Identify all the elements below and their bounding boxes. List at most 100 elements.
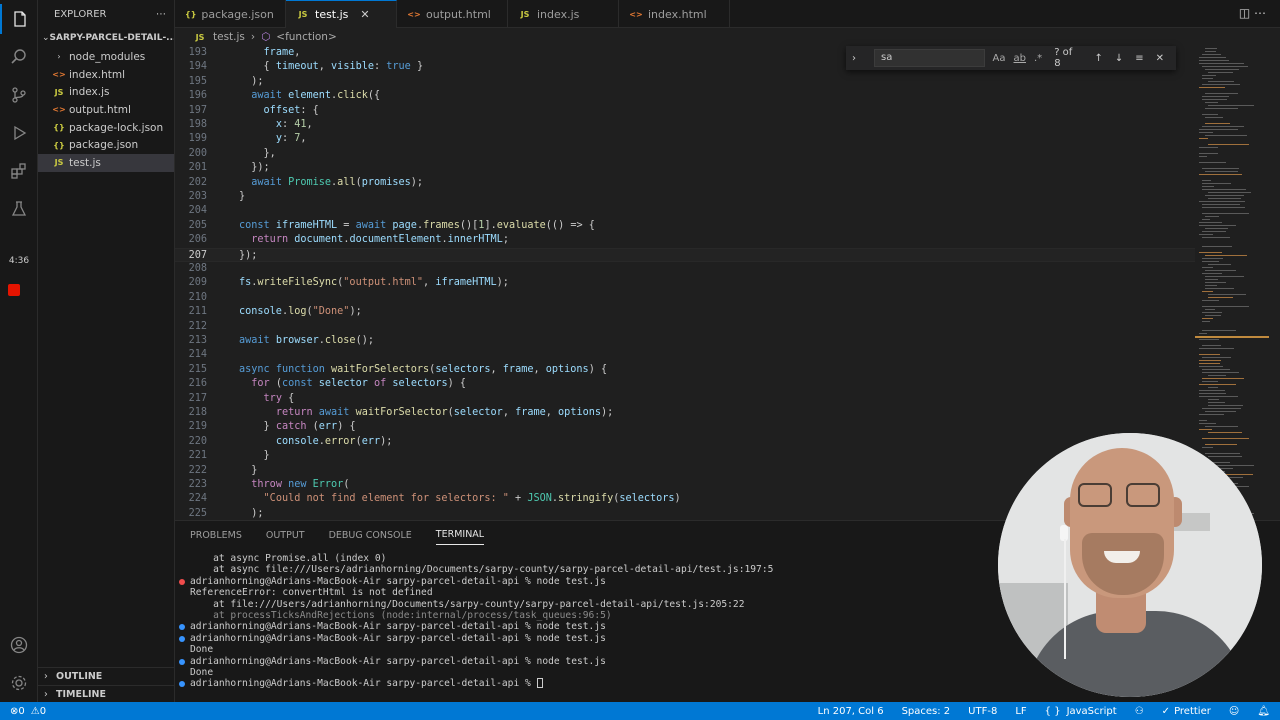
html-file-icon: <> (52, 105, 66, 115)
sidebar-file-package-json[interactable]: {} package.json (38, 136, 174, 154)
minimap-line (1208, 399, 1219, 400)
minimap-line (1202, 300, 1219, 301)
minimap-line (1202, 207, 1245, 208)
more-actions-icon[interactable]: ⋯ (156, 9, 166, 20)
cursor-position[interactable]: Ln 207, Col 6 (818, 706, 884, 717)
find-in-selection-icon[interactable]: ≡ (1135, 53, 1143, 64)
code-line: 210 (175, 291, 1195, 305)
warning-count[interactable]: 0 (40, 706, 46, 717)
split-editor-icon[interactable]: ◫ ⋯ (1239, 6, 1266, 20)
file-label: output.html (69, 103, 131, 116)
sidebar-file-output-html[interactable]: <> output.html (38, 101, 174, 119)
timeline-section[interactable]: › TIMELINE (38, 685, 175, 703)
feedback-icon[interactable]: ☺ (1229, 706, 1239, 717)
line-number: 199 (188, 133, 207, 145)
panel-tab-debug-console[interactable]: DEBUG CONSOLE (329, 526, 412, 545)
live-share-icon[interactable]: ⚇ (1135, 706, 1144, 717)
tab-output-html[interactable]: <> output.html (397, 0, 508, 28)
minimap-line (1205, 93, 1238, 94)
code-line: 215 async function waitForSelectors(selec… (175, 363, 1195, 377)
terminal-text: at async file:///Users/adrianhorning/Doc… (190, 564, 774, 576)
code-line: 195 ); (175, 75, 1195, 89)
settings-icon[interactable] (0, 668, 38, 698)
sidebar-file-index-html[interactable]: <> index.html (38, 66, 174, 84)
minimap-line (1205, 102, 1218, 103)
recording-timer: 4:36 (8, 256, 30, 266)
command-status-icon[interactable] (179, 635, 185, 642)
js-file-icon: JS (54, 87, 64, 97)
breadcrumb-file[interactable]: test.js (213, 31, 245, 43)
run-debug-icon[interactable] (0, 118, 38, 148)
line-ending[interactable]: LF (1015, 706, 1026, 717)
minimap-line (1199, 129, 1238, 130)
code-line: 208 (175, 262, 1195, 276)
tab-test-js[interactable]: JS test.js ✕ (286, 0, 397, 28)
sidebar-file-index-js[interactable]: JS index.js (38, 83, 174, 101)
arrow-down-icon[interactable]: ↓ (1115, 53, 1123, 64)
file-label: node_modules (69, 50, 146, 63)
breadcrumb-symbol[interactable]: <function> (276, 31, 337, 43)
minimap-line (1199, 423, 1216, 424)
chevron-right-icon[interactable]: › (852, 53, 856, 64)
language-mode[interactable]: JavaScript (1067, 706, 1117, 717)
line-number: 208 (188, 263, 207, 274)
files-icon[interactable] (0, 4, 38, 34)
code-text: "Could not find element for selectors: "… (263, 493, 681, 505)
testing-icon[interactable] (0, 194, 38, 224)
command-status-icon[interactable] (179, 658, 185, 665)
tab-index-js[interactable]: JS index.js (508, 0, 619, 28)
code-line: 196 await element.click({ (175, 89, 1195, 103)
minimap-line (1199, 420, 1207, 421)
minimap-line (1205, 426, 1238, 427)
code-text: offset: { (263, 104, 319, 116)
indentation[interactable]: Spaces: 2 (902, 706, 951, 717)
chevron-right-icon: › (57, 52, 61, 62)
line-number: 213 (188, 335, 207, 346)
code-text: } (263, 450, 270, 462)
find-input[interactable]: sa (874, 49, 985, 67)
minimap-line (1205, 276, 1244, 277)
minimap-line (1202, 213, 1249, 214)
record-stop-icon[interactable] (8, 284, 20, 296)
project-folder[interactable]: ⌄ SARPY-PARCEL-DETAIL-... (38, 28, 174, 48)
error-icon[interactable]: ⊗ (10, 706, 18, 717)
close-icon[interactable]: ✕ (1156, 53, 1164, 64)
regex-toggle[interactable]: .* (1034, 53, 1042, 64)
panel-tab-problems[interactable]: PROBLEMS (190, 526, 242, 545)
command-status-icon[interactable] (179, 624, 185, 631)
search-icon[interactable] (0, 42, 38, 72)
sidebar-file-test-js[interactable]: JS test.js (38, 154, 174, 172)
check-icon[interactable]: ✓ (1162, 706, 1170, 717)
code-text: } catch (err) { (263, 421, 356, 433)
minimap-line (1208, 402, 1225, 403)
minimap-line (1205, 171, 1238, 172)
minimap-line (1205, 48, 1217, 49)
command-status-icon[interactable] (179, 681, 185, 688)
arrow-up-icon[interactable]: ↑ (1094, 53, 1102, 64)
encoding[interactable]: UTF-8 (968, 706, 997, 717)
sidebar-file-package-lock-json[interactable]: {} package-lock.json (38, 119, 174, 137)
close-icon[interactable]: ✕ (360, 8, 369, 21)
extensions-icon[interactable] (0, 156, 38, 186)
bell-icon[interactable]: 🔔︎ (1257, 706, 1270, 717)
outline-section[interactable]: › OUTLINE (38, 667, 175, 685)
prettier-status[interactable]: Prettier (1174, 706, 1211, 717)
source-control-icon[interactable] (0, 80, 38, 110)
account-icon[interactable] (0, 630, 38, 660)
whole-word-toggle[interactable]: ab (1014, 53, 1026, 64)
code-line: 211 console.log("Done"); (175, 305, 1195, 319)
tab-index-html[interactable]: <> index.html (619, 0, 730, 28)
warning-icon[interactable]: ⚠ (31, 706, 40, 717)
minimap-line (1202, 219, 1210, 220)
line-number: 203 (188, 191, 207, 202)
panel-tab-terminal[interactable]: TERMINAL (435, 525, 485, 545)
code-text: for (const selector of selectors) { (251, 378, 467, 390)
minimap-line (1202, 273, 1222, 274)
error-count[interactable]: 0 (18, 706, 24, 717)
sidebar-file-node-modules[interactable]: › node_modules (38, 48, 174, 66)
match-case-toggle[interactable]: Aa (993, 53, 1006, 64)
panel-tab-output[interactable]: OUTPUT (266, 526, 305, 545)
tab-package-json[interactable]: {} package.json (175, 0, 286, 28)
minimap-line (1205, 108, 1238, 109)
command-status-icon[interactable] (179, 578, 185, 585)
